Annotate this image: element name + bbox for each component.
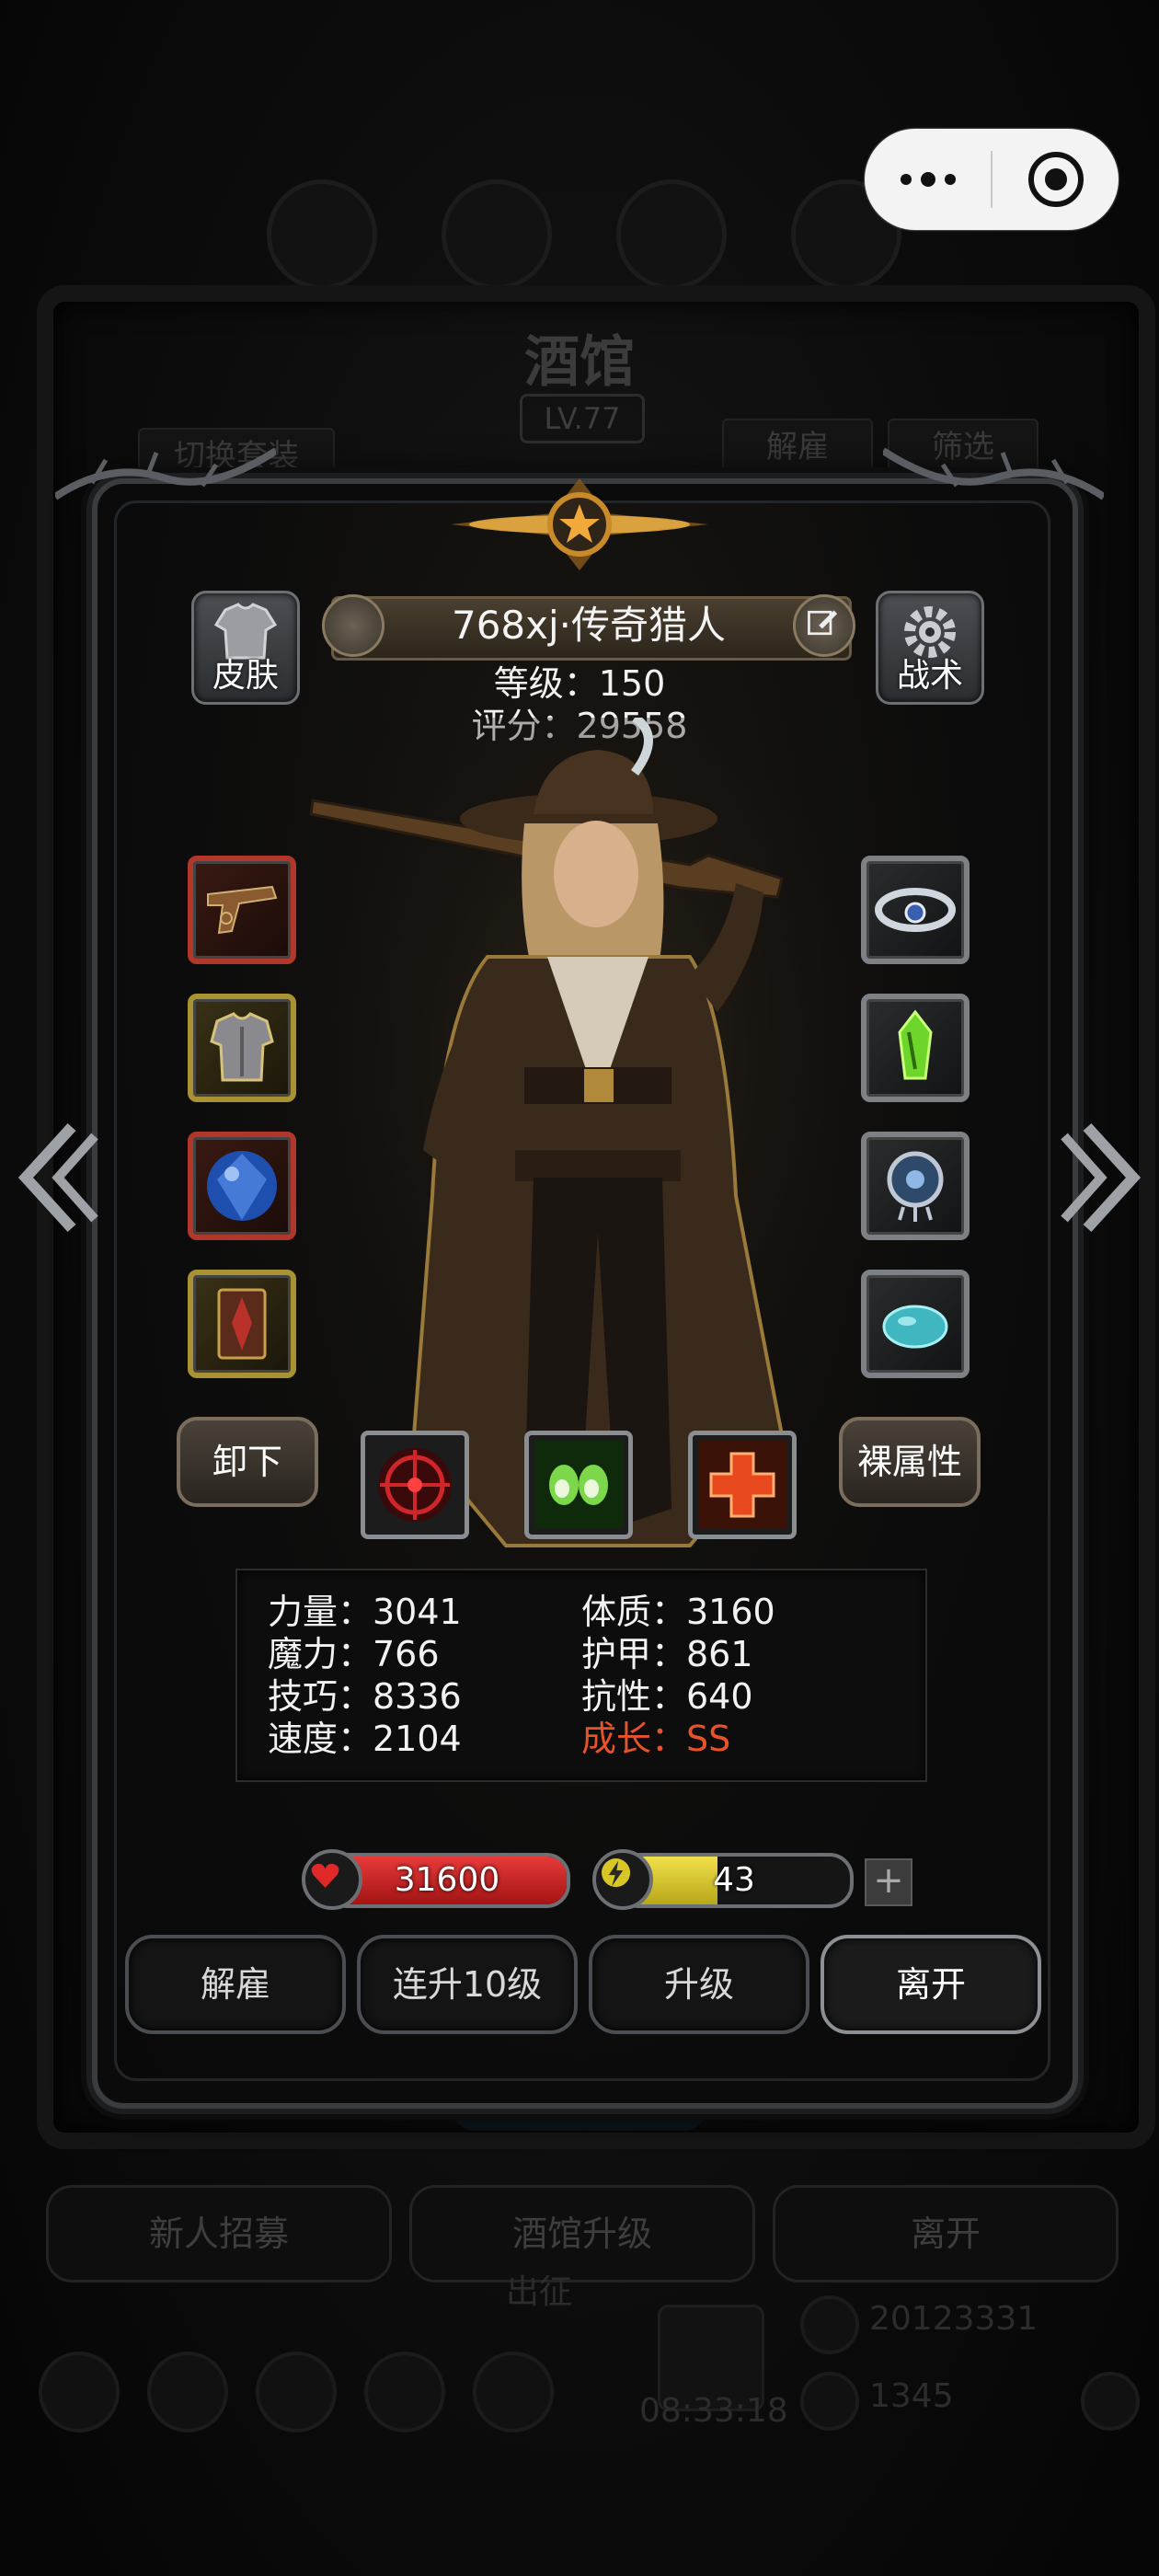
- spellbook-icon: [217, 1288, 267, 1360]
- skill-slot-2[interactable]: [524, 1431, 633, 1539]
- level-up-10-button[interactable]: 连升10级: [357, 1935, 578, 2034]
- leave-button[interactable]: 离开: [820, 1935, 1041, 2034]
- stat-skill: 技巧：8336: [268, 1676, 462, 1717]
- more-options-icon[interactable]: [865, 129, 992, 230]
- stat-strength: 力量：3041: [268, 1592, 462, 1632]
- amulet-slot[interactable]: [861, 1132, 970, 1240]
- dismiss-button[interactable]: 解雇: [125, 1935, 346, 2034]
- helmet-slot[interactable]: [861, 856, 970, 964]
- stat-armor: 护甲：861: [581, 1634, 753, 1674]
- poison-skill-icon: [534, 1441, 623, 1529]
- bg-gold-icon: [800, 2295, 859, 2354]
- bg-gem-icon: [800, 2372, 859, 2431]
- stat-magic: 魔力：766: [268, 1634, 440, 1674]
- bg-leave-button: 离开: [773, 2185, 1119, 2283]
- bg-nav-icon: [473, 2352, 554, 2432]
- unequip-button[interactable]: 卸下: [177, 1417, 318, 1507]
- mini-program-capsule: [865, 129, 1119, 230]
- tactics-button[interactable]: 战术: [876, 591, 984, 705]
- stat-constitution: 体质：3160: [581, 1592, 775, 1632]
- sapphire-gem-icon: [207, 1151, 277, 1221]
- amulet-icon: [887, 1151, 944, 1222]
- tavern-title: 酒馆: [524, 330, 635, 395]
- armor-slot[interactable]: [188, 994, 296, 1102]
- heal-cross-skill-icon: [698, 1441, 786, 1529]
- add-energy-button[interactable]: +: [865, 1858, 912, 1906]
- accessory-slot[interactable]: [861, 994, 970, 1102]
- skill-slot-1[interactable]: [361, 1431, 469, 1539]
- hero-stats-panel: 力量：3041 魔力：766 技巧：8336 速度：2104 体质：3160 护…: [235, 1569, 927, 1782]
- stat-resistance: 抗性：640: [581, 1676, 753, 1717]
- skin-label: 皮肤: [212, 657, 279, 695]
- bg-menu-icon: [442, 179, 552, 290]
- tactics-label: 战术: [896, 657, 963, 695]
- capsule-divider: [991, 151, 993, 208]
- armor-icon: [210, 1012, 274, 1082]
- thorn-ornament-left-icon: [55, 447, 276, 500]
- flintlock-pistol-icon: [207, 885, 278, 935]
- bg-nav-icon: [364, 2352, 445, 2432]
- offhand-slot[interactable]: [188, 1270, 296, 1378]
- bg-gold-count: 20123331: [869, 2300, 1039, 2338]
- tavern-level: LV.77: [520, 394, 645, 443]
- stat-growth: 成长：SS: [581, 1719, 731, 1759]
- gem-slot[interactable]: [188, 1132, 296, 1240]
- bg-add-icon: [1081, 2372, 1140, 2431]
- bg-nav-icon: [39, 2352, 120, 2432]
- previous-hero-arrow-icon[interactable]: [17, 1118, 99, 1237]
- bg-upgrade-tavern-button: 酒馆升级: [409, 2185, 755, 2283]
- bg-dismiss-tab: 解雇: [722, 419, 873, 476]
- stat-speed: 速度：2104: [268, 1719, 462, 1759]
- weapon-slot[interactable]: [188, 856, 296, 964]
- crosshair-skill-icon: [378, 1448, 452, 1522]
- bg-bottom-timer: 08:33:18: [639, 2392, 788, 2430]
- bare-attributes-button[interactable]: 裸属性: [839, 1417, 981, 1507]
- green-crystal-icon: [898, 1009, 933, 1080]
- ring-slot[interactable]: [861, 1270, 970, 1378]
- next-hero-arrow-icon[interactable]: [1060, 1118, 1142, 1237]
- thorn-ornament-right-icon: [883, 447, 1104, 500]
- bg-recruit-button: 新人招募: [46, 2185, 392, 2283]
- bg-expedition-label: 出征: [506, 2273, 573, 2311]
- lightning-icon: [592, 1849, 653, 1910]
- hero-name: 768xj·传奇猎人: [451, 603, 727, 648]
- close-target-icon[interactable]: [1028, 152, 1084, 207]
- hp-value: 31600: [394, 1861, 500, 1899]
- bg-nav-icon: [256, 2352, 337, 2432]
- silver-circlet-icon: [875, 888, 956, 932]
- level-up-button[interactable]: 升级: [589, 1935, 809, 2034]
- bg-menu-icon: [267, 179, 377, 290]
- star-emblem-icon: [451, 478, 708, 570]
- turquoise-stone-icon: [882, 1305, 948, 1349]
- bg-nav-icon: [147, 2352, 228, 2432]
- skin-button[interactable]: 皮肤: [191, 591, 300, 705]
- heart-icon: [302, 1849, 362, 1910]
- bg-menu-icon: [616, 179, 727, 290]
- skill-slot-3[interactable]: [688, 1431, 797, 1539]
- edit-name-icon[interactable]: [793, 594, 855, 657]
- bg-gem-count: 1345: [869, 2377, 954, 2415]
